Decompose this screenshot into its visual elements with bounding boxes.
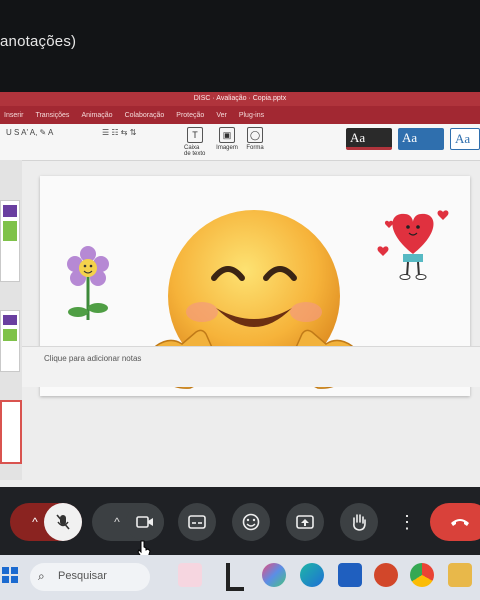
slide-thumb-1[interactable] — [0, 200, 20, 282]
ribbon-tabs: Inserir Transições Animação Colaboração … — [0, 106, 480, 124]
taskbar-search[interactable]: ⌕ Pesquisar — [30, 563, 150, 591]
captions-button[interactable] — [178, 503, 216, 541]
tab-transitions[interactable]: Transições — [35, 112, 69, 119]
font-tools[interactable]: U S A' A, ✎ A — [6, 128, 53, 137]
tab-animation[interactable]: Animação — [81, 112, 112, 119]
mic-off-icon — [56, 514, 70, 530]
leave-call-button[interactable] — [430, 503, 480, 541]
paragraph-tools[interactable]: ☰ ☷ ⇆ ⇅ — [102, 128, 136, 137]
mic-toggle-button[interactable] — [44, 503, 82, 541]
raise-hand-button[interactable] — [340, 503, 378, 541]
powerpoint-icon[interactable] — [374, 563, 398, 587]
tab-view[interactable]: Ver — [216, 112, 227, 119]
camera-toggle-button[interactable] — [126, 503, 164, 541]
tab-protection[interactable]: Proteção — [176, 112, 204, 119]
slide-thumb-2[interactable] — [0, 310, 20, 372]
more-icon: ⋮ — [398, 512, 416, 532]
insert-image-button[interactable]: ▣ Imagem — [216, 127, 238, 157]
emoji-icon — [242, 513, 260, 531]
search-placeholder: Pesquisar — [58, 570, 107, 582]
flower-sticker — [67, 246, 109, 320]
word-icon[interactable] — [338, 563, 362, 587]
tab-collaboration[interactable]: Colaboração — [125, 112, 165, 119]
reactions-button[interactable] — [232, 503, 270, 541]
edge-icon[interactable] — [300, 563, 324, 587]
window-topbar: anotações) — [0, 0, 480, 92]
chevron-up-icon[interactable]: ^ — [114, 515, 120, 529]
style-swatch-1[interactable]: Aa — [346, 128, 392, 150]
captions-icon — [188, 515, 206, 529]
slide-thumbnails — [0, 160, 22, 480]
folder-icon[interactable] — [448, 563, 472, 587]
text-box-label: Caixa de texto — [184, 145, 206, 157]
search-icon: ⌕ — [38, 569, 45, 583]
more-options-button[interactable]: ⋮ — [394, 503, 420, 541]
windows-start-icon[interactable] — [2, 567, 18, 583]
style-swatch-3[interactable]: Aa — [450, 128, 480, 150]
style-swatch-2[interactable]: Aa — [398, 128, 444, 150]
slide-thumb-3-selected[interactable] — [0, 400, 22, 464]
shape-label: Forma — [246, 145, 264, 151]
window-title: anotações) — [0, 33, 77, 50]
app-icon[interactable] — [226, 563, 244, 591]
tab-insert[interactable]: Inserir — [4, 112, 23, 119]
camera-icon — [136, 516, 153, 528]
widget-icon[interactable] — [178, 563, 202, 587]
heart-character-sticker — [377, 210, 449, 280]
notes-pane[interactable]: Clique para adicionar notas — [22, 346, 480, 387]
chevron-up-icon[interactable]: ^ — [32, 515, 38, 529]
raise-hand-icon — [353, 514, 366, 531]
tab-plugins[interactable]: Plug-ins — [239, 112, 264, 119]
ribbon-toolbar: U S A' A, ✎ A ☰ ☷ ⇆ ⇅ T Caixa de texto ▣… — [0, 124, 480, 161]
insert-shape-button[interactable]: ◯ Forma — [244, 127, 266, 157]
image-icon: ▣ — [219, 127, 235, 143]
os-taskbar: ⌕ Pesquisar — [0, 555, 480, 600]
chrome-icon[interactable] — [410, 563, 434, 587]
hang-up-icon — [451, 519, 469, 526]
copilot-icon[interactable] — [262, 563, 286, 587]
present-screen-button[interactable] — [286, 503, 324, 541]
document-title: DISC · Avaliação · Copia.pptx — [0, 92, 480, 106]
present-icon — [296, 515, 314, 529]
notes-placeholder: Clique para adicionar notas — [44, 354, 142, 363]
image-label: Imagem — [216, 145, 238, 151]
shape-icon: ◯ — [247, 127, 263, 143]
text-box-icon: T — [187, 127, 203, 143]
insert-text-box-button[interactable]: T Caixa de texto — [184, 127, 206, 157]
